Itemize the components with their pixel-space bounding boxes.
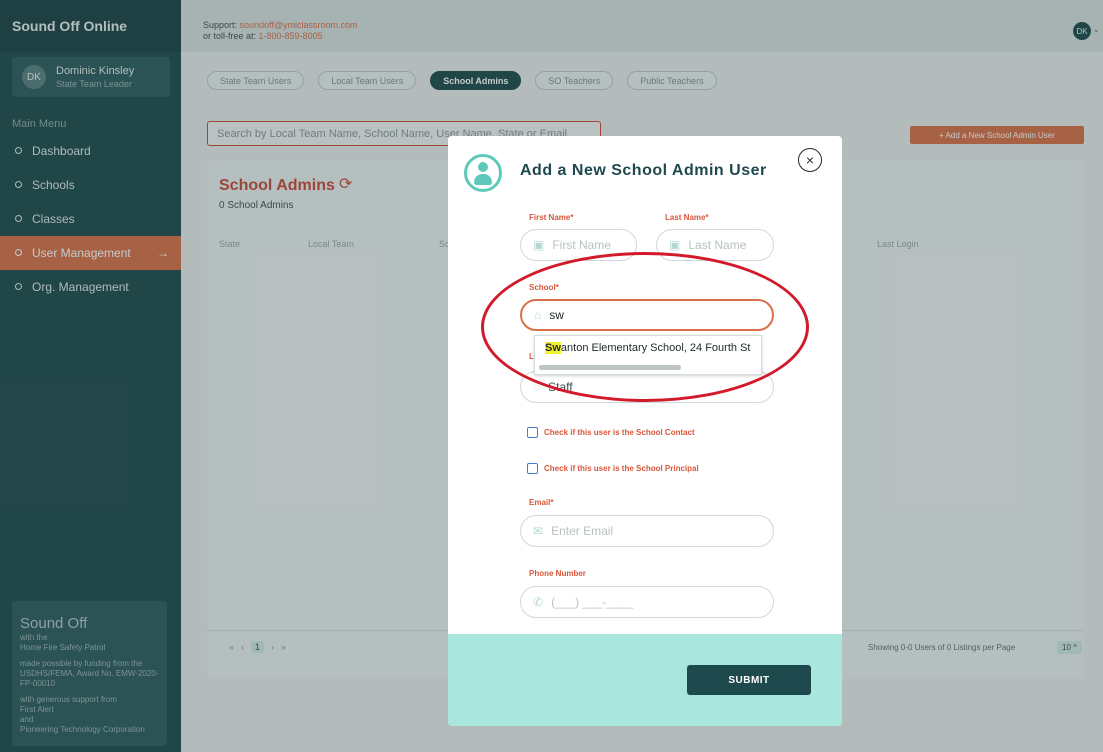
email-field[interactable]: ✉ Enter Email <box>520 515 774 547</box>
id-card-icon: ▣ <box>669 238 681 252</box>
last-name-placeholder: Last Name <box>688 238 747 252</box>
envelope-icon: ✉ <box>533 524 544 538</box>
phone-icon: ✆ <box>533 595 544 609</box>
close-icon[interactable]: × <box>798 148 822 172</box>
submit-button[interactable]: SUBMIT <box>687 665 811 695</box>
phone-label: Phone Number <box>529 569 586 578</box>
first-name-placeholder: First Name <box>552 238 612 252</box>
id-card-icon: ▣ <box>533 238 545 252</box>
phone-placeholder: (___) ___-____ <box>551 595 634 609</box>
school-contact-label: Check if this user is the School Contact <box>544 428 695 437</box>
school-contact-checkbox-row[interactable]: Check if this user is the School Contact <box>527 427 695 438</box>
annotation-ellipse <box>481 252 809 402</box>
user-icon <box>464 154 502 192</box>
add-school-admin-modal: Add a New School Admin User × First Name… <box>448 136 842 726</box>
last-name-label: Last Name* <box>665 213 709 222</box>
school-contact-checkbox[interactable] <box>527 427 538 438</box>
school-principal-checkbox[interactable] <box>527 463 538 474</box>
modal-title: Add a New School Admin User <box>520 162 767 179</box>
school-principal-checkbox-row[interactable]: Check if this user is the School Princip… <box>527 463 699 474</box>
phone-field[interactable]: ✆ (___) ___-____ <box>520 586 774 618</box>
email-placeholder: Enter Email <box>551 524 614 538</box>
school-principal-label: Check if this user is the School Princip… <box>544 464 699 473</box>
email-label: Email* <box>529 498 554 507</box>
first-name-label: First Name* <box>529 213 574 222</box>
